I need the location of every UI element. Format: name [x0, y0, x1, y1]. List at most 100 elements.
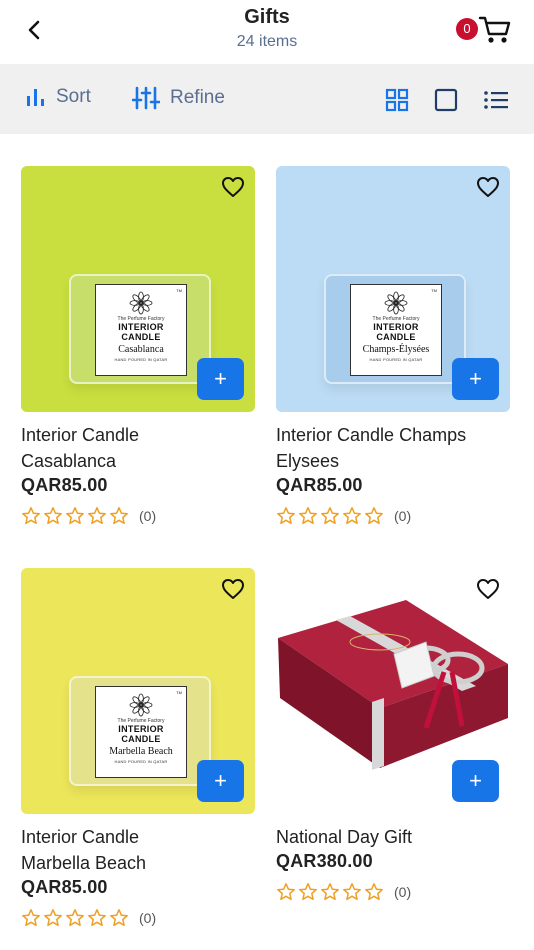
label-line2: CANDLE	[121, 332, 161, 342]
product-name-line2: Casablanca	[21, 451, 117, 471]
plus-icon: +	[469, 768, 482, 793]
add-to-cart-button[interactable]: +	[197, 358, 244, 400]
product-image[interactable]: TM The Perfume Factory INTERIOR CANDLE Casab…	[21, 166, 255, 412]
product-card[interactable]: + National Day Gift QAR380.00 (0)	[276, 568, 510, 902]
heart-icon	[222, 579, 244, 599]
refine-label: Refine	[170, 87, 225, 108]
label-line1: INTERIOR	[118, 322, 164, 332]
product-name-line1: National Day Gift	[276, 827, 413, 847]
label-scent: Marbella Beach	[109, 746, 173, 757]
star-icon	[110, 909, 128, 927]
product-price: QAR85.00	[21, 475, 108, 495]
label-scent: Casablanca	[118, 344, 164, 355]
sort-bars-icon	[27, 89, 44, 106]
candle-label: TM The Perfume Factory INTERIOR CANDLE Champ…	[350, 284, 442, 376]
header: Gifts 24 items 0	[0, 0, 534, 64]
add-to-cart-button[interactable]: +	[197, 760, 244, 802]
favorite-button[interactable]	[221, 578, 245, 602]
label-line2: CANDLE	[121, 734, 161, 744]
star-icon	[44, 909, 62, 927]
product-image[interactable]: TM The Perfume Factory INTERIOR CANDLE Champ…	[276, 166, 510, 412]
candle-product-image: TM The Perfume Factory INTERIOR CANDLE Champ…	[324, 274, 466, 384]
product-card[interactable]: TM The Perfume Factory INTERIOR CANDLE Casab…	[21, 166, 255, 526]
product-image[interactable]: TM The Perfume Factory INTERIOR CANDLE Marbe…	[21, 568, 255, 814]
heart-icon	[477, 177, 499, 197]
refine-button[interactable]: Refine	[132, 86, 225, 110]
rating-count: (0)	[139, 508, 157, 524]
product-name[interactable]: Interior Candle Casablanca	[21, 422, 255, 474]
star-icon	[343, 507, 361, 525]
star-icon	[22, 909, 40, 927]
label-line1: INTERIOR	[373, 322, 419, 332]
star-icon	[277, 507, 295, 525]
favorite-button[interactable]	[476, 578, 500, 602]
product-name-line2: Elysees	[276, 451, 340, 471]
product-name-line1: Interior Candle	[21, 827, 140, 847]
label-line1: INTERIOR	[118, 724, 164, 734]
heart-icon	[222, 177, 244, 197]
flower-logo-icon	[129, 291, 153, 315]
plus-icon: +	[214, 768, 227, 793]
product-price: QAR85.00	[21, 877, 108, 897]
add-to-cart-button[interactable]: +	[452, 358, 499, 400]
cart-button[interactable]: 0	[456, 14, 516, 48]
star-icon	[88, 909, 106, 927]
rating: (0)	[21, 506, 255, 526]
candle-label: TM The Perfume Factory INTERIOR CANDLE Casab…	[95, 284, 187, 376]
favorite-button[interactable]	[476, 176, 500, 200]
add-to-cart-button[interactable]: +	[452, 760, 499, 802]
heart-icon	[477, 579, 499, 599]
product-card[interactable]: TM The Perfume Factory INTERIOR CANDLE Champ…	[276, 166, 510, 526]
sort-button[interactable]: Sort	[24, 86, 91, 108]
label-line2: CANDLE	[376, 332, 416, 342]
star-icon	[299, 507, 317, 525]
star-icon	[299, 883, 317, 901]
product-name-line2: Marbella Beach	[21, 853, 147, 873]
rating-count: (0)	[394, 508, 412, 524]
star-icon	[321, 507, 339, 525]
page-title: Gifts	[244, 6, 290, 28]
sliders-icon	[132, 86, 160, 110]
product-name[interactable]: National Day Gift	[276, 824, 510, 850]
single-view-button[interactable]	[433, 87, 459, 113]
rating-count: (0)	[139, 910, 157, 926]
product-name[interactable]: Interior Candle Marbella Beach	[21, 824, 255, 876]
favorite-button[interactable]	[221, 176, 245, 200]
star-icon	[365, 507, 383, 525]
product-name-line1: Interior Candle	[21, 425, 140, 445]
product-name[interactable]: Interior Candle Champs Elysees	[276, 422, 510, 474]
rating: (0)	[21, 908, 255, 928]
plus-icon: +	[469, 366, 482, 391]
flower-logo-icon	[129, 693, 153, 717]
product-price: QAR380.00	[276, 851, 373, 871]
rating-count: (0)	[394, 884, 412, 900]
candle-product-image: TM The Perfume Factory INTERIOR CANDLE Casab…	[69, 274, 211, 384]
label-tm: TM	[431, 288, 437, 293]
sort-label: Sort	[56, 86, 91, 107]
product-card[interactable]: TM The Perfume Factory INTERIOR CANDLE Marbe…	[21, 568, 255, 928]
star-icon	[66, 507, 84, 525]
label-scent: Champs-Élysées	[362, 344, 430, 355]
flower-logo-icon	[384, 291, 408, 315]
sort-filter-toolbar: Sort Refine	[0, 64, 534, 134]
star-icon	[44, 507, 62, 525]
star-icon	[277, 883, 295, 901]
cart-icon	[478, 16, 511, 43]
label-tm: TM	[176, 690, 182, 695]
product-name-line1: Interior Candle Champs	[276, 425, 467, 445]
rating: (0)	[276, 506, 510, 526]
star-icon	[110, 507, 128, 525]
list-view-button[interactable]	[483, 87, 509, 113]
star-icon	[66, 909, 84, 927]
cart-count-badge: 0	[456, 18, 478, 40]
product-image[interactable]: +	[276, 568, 510, 814]
label-footnote: HAND POURED IN QATAR	[114, 759, 168, 764]
label-footnote: HAND POURED IN QATAR	[114, 357, 168, 362]
label-footnote: HAND POURED IN QATAR	[369, 357, 423, 362]
grid-view-icon	[385, 88, 409, 112]
star-icon	[343, 883, 361, 901]
label-tm: TM	[176, 288, 182, 293]
product-price: QAR85.00	[276, 475, 363, 495]
grid-view-button[interactable]	[384, 87, 410, 113]
list-view-icon	[484, 91, 508, 109]
